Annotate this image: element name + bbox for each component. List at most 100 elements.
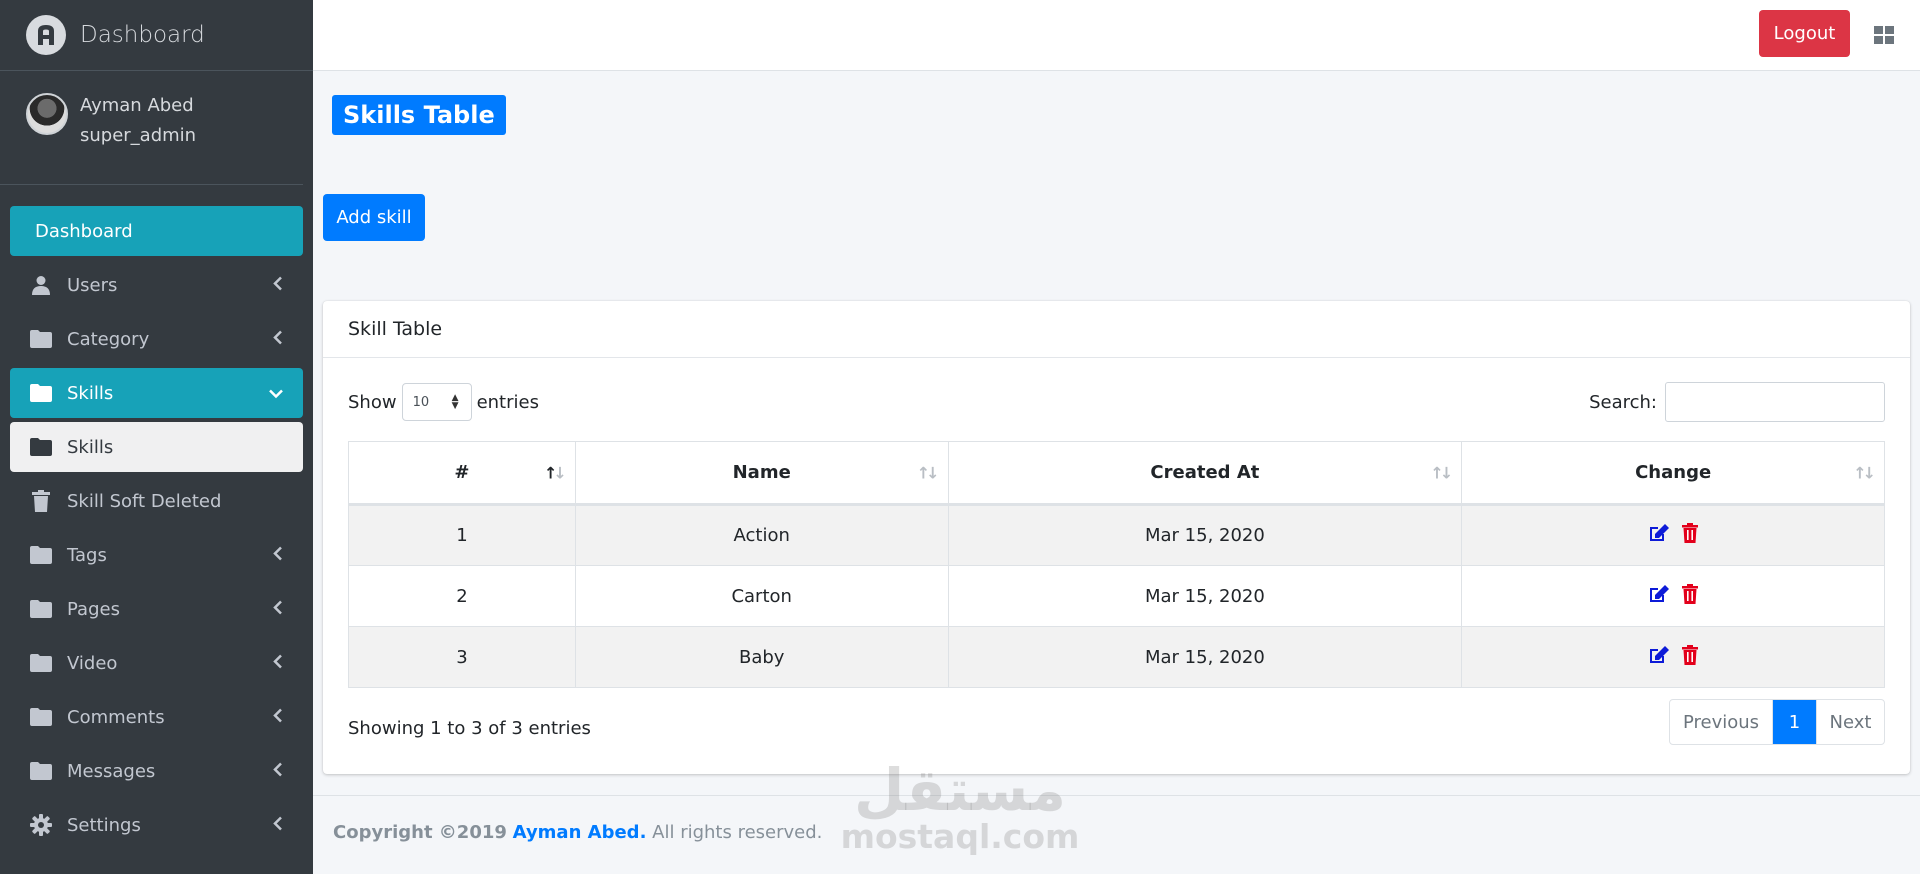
column-label: Name <box>732 462 791 483</box>
sort-icon: ↑↓ <box>916 463 940 482</box>
skills-table: # ↑↓ Name ↑↓ Created At ↑↓ Change ↑↓ 1 Actio… <box>348 441 1885 688</box>
chevron-left-icon <box>273 275 283 296</box>
select-arrows-icon: ▲ ▼ <box>451 393 459 411</box>
column-header-created-at[interactable]: Created At ↑↓ <box>947 441 1463 506</box>
delete-icon[interactable] <box>1682 644 1699 670</box>
page-title: Skills Table <box>332 95 506 135</box>
column-header-name[interactable]: Name ↑↓ <box>574 441 949 506</box>
skills-card: Skill Table Show 10 ▲ ▼ entries Search: #… <box>323 301 1910 774</box>
delete-icon[interactable] <box>1682 523 1699 548</box>
user-role: super_admin <box>80 125 197 146</box>
author-link[interactable]: Ayman Abed. <box>513 822 647 843</box>
table-row: 3 Baby Mar 15, 2020 <box>348 626 1885 688</box>
sidebar-nav: Dashboard Users Category Skills Skills S… <box>0 185 313 850</box>
watermark-arabic: مستقل <box>853 756 1067 824</box>
table-header-row: # ↑↓ Name ↑↓ Created At ↑↓ Change ↑↓ <box>348 441 1885 506</box>
chevron-left-icon <box>273 653 283 674</box>
column-label: Created At <box>1150 462 1260 483</box>
chevron-left-icon <box>273 707 283 728</box>
logout-button[interactable]: Logout <box>1759 10 1850 57</box>
cell-actions <box>1461 504 1885 566</box>
gear-icon <box>30 814 52 836</box>
show-label: Show <box>348 391 397 413</box>
sidebar-item-dashboard[interactable]: Dashboard <box>10 206 303 256</box>
sidebar: Dashboard Ayman Abed super_admin Dashboa… <box>0 0 313 874</box>
folder-icon <box>30 546 52 564</box>
cell-id: 3 <box>348 626 576 688</box>
folder-icon <box>30 762 52 780</box>
entries-select[interactable]: 10 ▲ ▼ <box>401 383 472 421</box>
cell-actions <box>1461 565 1885 627</box>
sidebar-item-label: Tags <box>67 544 107 566</box>
sidebar-item-comments[interactable]: Comments <box>10 692 303 742</box>
column-header-id[interactable]: # ↑↓ <box>348 441 576 506</box>
table-controls: Show 10 ▲ ▼ entries Search: <box>348 381 1885 423</box>
table-info: Showing 1 to 3 of 3 entries <box>348 718 591 739</box>
add-skill-button[interactable]: Add skill <box>323 194 425 241</box>
sidebar-item-skills[interactable]: Skills <box>10 368 303 418</box>
folder-icon <box>30 654 52 672</box>
brand-title: Dashboard <box>80 22 205 48</box>
sidebar-item-pages[interactable]: Pages <box>10 584 303 634</box>
sidebar-item-messages[interactable]: Messages <box>10 746 303 796</box>
sidebar-subitem-skill-soft-deleted[interactable]: Skill Soft Deleted <box>10 476 303 526</box>
folder-icon <box>30 438 52 456</box>
sidebar-item-label: Category <box>67 328 150 350</box>
edit-icon[interactable] <box>1648 645 1670 670</box>
card-title: Skill Table <box>323 301 1910 358</box>
pagination-previous[interactable]: Previous <box>1670 700 1773 744</box>
entries-value: 10 <box>412 394 430 410</box>
rights-text: All rights reserved. <box>652 822 823 843</box>
pagination-page-1[interactable]: 1 <box>1773 700 1816 744</box>
sidebar-item-label: Skills <box>67 436 114 458</box>
grid-icon[interactable] <box>1874 26 1894 44</box>
sidebar-item-label: Skills <box>67 382 114 404</box>
column-label: # <box>454 462 470 483</box>
entries-label: entries <box>476 391 539 413</box>
sidebar-item-label: Pages <box>67 598 120 620</box>
sidebar-subitem-skills[interactable]: Skills <box>10 422 303 472</box>
delete-icon[interactable] <box>1682 583 1699 609</box>
cell-created-at: Mar 15, 2020 <box>947 504 1463 566</box>
pagination: Previous 1 Next <box>1669 699 1885 745</box>
folder-icon <box>30 384 52 402</box>
folder-icon <box>30 330 52 348</box>
search-input[interactable] <box>1665 382 1885 422</box>
column-label: Change <box>1635 462 1712 483</box>
cell-created-at: Mar 15, 2020 <box>947 626 1463 688</box>
cell-created-at: Mar 15, 2020 <box>947 565 1463 627</box>
edit-icon[interactable] <box>1648 523 1670 548</box>
top-navbar: Logout <box>313 0 1920 71</box>
sidebar-item-label: Dashboard <box>35 220 133 242</box>
sidebar-item-label: Skill Soft Deleted <box>67 490 222 512</box>
sidebar-item-tags[interactable]: Tags <box>10 530 303 580</box>
column-header-change[interactable]: Change ↑↓ <box>1461 441 1885 506</box>
cell-name: Baby <box>574 626 949 688</box>
sidebar-item-video[interactable]: Video <box>10 638 303 688</box>
folder-icon <box>30 708 52 726</box>
sidebar-item-users[interactable]: Users <box>10 260 303 310</box>
watermark-url: mostaql.com <box>840 817 1080 856</box>
cell-name: Action <box>574 504 949 566</box>
sidebar-item-label: Users <box>67 274 118 296</box>
chevron-left-icon <box>273 815 283 836</box>
user-panel: Ayman Abed super_admin <box>0 71 303 185</box>
sidebar-item-category[interactable]: Category <box>10 314 303 364</box>
pagination-next[interactable]: Next <box>1816 700 1884 744</box>
chevron-left-icon <box>273 329 283 350</box>
page-footer: Copyright ©2019 Ayman Abed. All rights r… <box>313 795 1920 874</box>
cell-id: 1 <box>348 504 576 566</box>
trash-icon <box>30 490 52 512</box>
sidebar-item-settings[interactable]: Settings <box>10 800 303 850</box>
brand[interactable]: Dashboard <box>0 0 313 71</box>
cell-id: 2 <box>348 565 576 627</box>
table-row: 1 Action Mar 15, 2020 <box>348 504 1885 566</box>
user-name[interactable]: Ayman Abed <box>80 91 196 121</box>
cell-name: Carton <box>574 565 949 627</box>
avatar[interactable] <box>26 93 68 135</box>
search-label: Search: <box>1589 391 1657 413</box>
brand-logo-icon <box>26 15 66 55</box>
table-row: 2 Carton Mar 15, 2020 <box>348 565 1885 627</box>
folder-icon <box>30 600 52 618</box>
edit-icon[interactable] <box>1648 584 1670 609</box>
